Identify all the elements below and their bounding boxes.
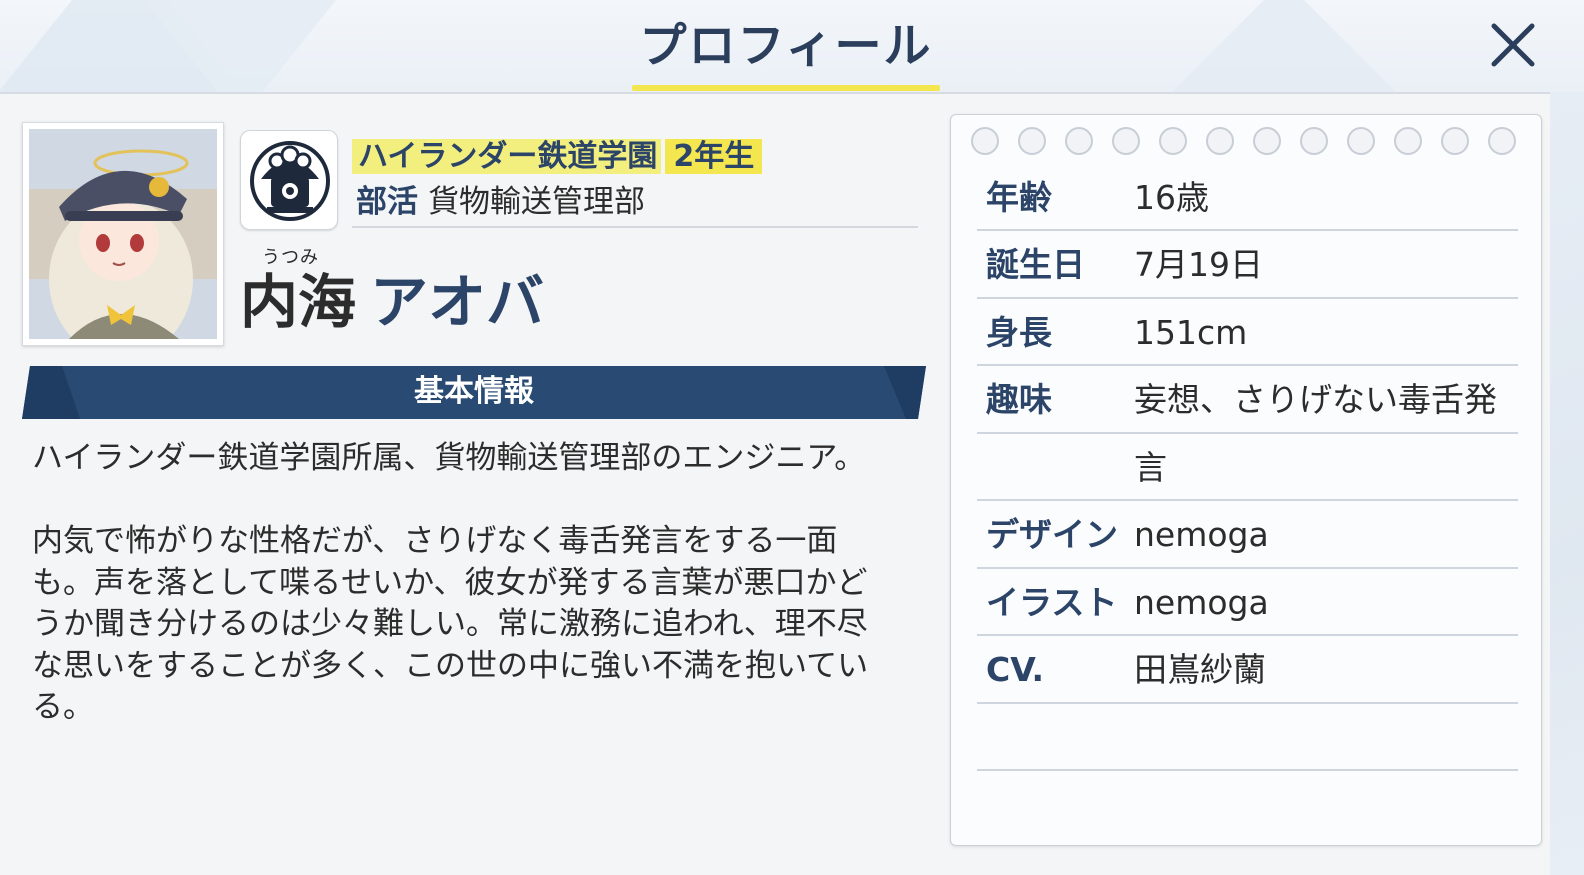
row-divider <box>977 567 1518 569</box>
row-divider <box>977 432 1518 434</box>
notebook-hole <box>1206 127 1234 155</box>
school-name: ハイランダー鉄道学園 <box>352 139 662 174</box>
design-value: nemoga <box>1134 515 1269 554</box>
notebook-hole <box>1347 127 1375 155</box>
cv-value: 田嶌紗蘭 <box>1134 650 1266 689</box>
age-value: 16歳 <box>1134 178 1209 217</box>
notebook-hole <box>1300 127 1328 155</box>
hobby-value: 妄想、さりげない毒舌発 <box>1134 380 1497 419</box>
locomotive-emblem-icon <box>250 141 330 221</box>
page-title: プロフィール <box>639 19 933 74</box>
close-button[interactable] <box>1486 18 1540 72</box>
notebook-hole <box>1253 127 1281 155</box>
birthday-value: 7月19日 <box>1134 245 1263 284</box>
age-label: 年齢 <box>986 178 1052 217</box>
grade-badge: 2年生 <box>665 139 763 174</box>
row-divider <box>977 229 1518 231</box>
design-label: デザイン <box>986 515 1118 554</box>
character-portrait <box>22 122 224 346</box>
notebook-hole <box>1112 127 1140 155</box>
club-info: 部活 貨物輸送管理部 <box>356 180 645 224</box>
school-emblem <box>240 130 338 230</box>
row-divider <box>977 297 1518 299</box>
avatar <box>29 129 217 339</box>
notebook-hole <box>1488 127 1516 155</box>
divider <box>352 226 918 228</box>
notebook-hole <box>971 127 999 155</box>
club-label: 部活 <box>356 184 418 220</box>
notebook-hole <box>1159 127 1187 155</box>
club-name: 貨物輸送管理部 <box>428 184 645 220</box>
title-underline <box>632 85 940 91</box>
given-name: アオバ <box>370 268 545 336</box>
notebook-hole <box>1065 127 1093 155</box>
height-label: 身長 <box>986 313 1052 352</box>
family-name: 内海 <box>240 268 357 336</box>
hobby-label: 趣味 <box>986 380 1052 419</box>
section-banner: 基本情報 <box>22 366 926 419</box>
height-value: 151cm <box>1134 313 1248 352</box>
character-description: ハイランダー鉄道学園所属、貨物輸送管理部のエンジニア。 内気で怖がりな性格だが、… <box>32 440 869 725</box>
profile-card <box>950 114 1542 846</box>
section-title: 基本情報 <box>414 374 534 409</box>
birthday-label: 誕生日 <box>986 245 1085 284</box>
notebook-hole <box>1394 127 1422 155</box>
notebook-hole <box>1018 127 1046 155</box>
character-name: 内海 アオバ <box>240 262 544 342</box>
illustration-label: イラスト <box>986 583 1118 622</box>
row-divider <box>977 364 1518 366</box>
notebook-hole <box>1441 127 1469 155</box>
close-icon <box>1491 23 1535 67</box>
school-info: ハイランダー鉄道学園 2年生 <box>352 136 763 178</box>
hobby-value-continued: 言 <box>1134 448 1167 487</box>
row-divider <box>977 769 1518 771</box>
row-divider <box>977 634 1518 636</box>
header-decoration <box>120 0 360 92</box>
header-decoration <box>1144 0 1424 92</box>
row-divider <box>977 702 1518 704</box>
row-divider <box>977 499 1518 501</box>
illustration-value: nemoga <box>1134 583 1269 622</box>
cv-label: CV. <box>986 650 1045 689</box>
notebook-holes <box>971 127 1531 157</box>
panel-edge-decoration <box>1550 92 1584 875</box>
